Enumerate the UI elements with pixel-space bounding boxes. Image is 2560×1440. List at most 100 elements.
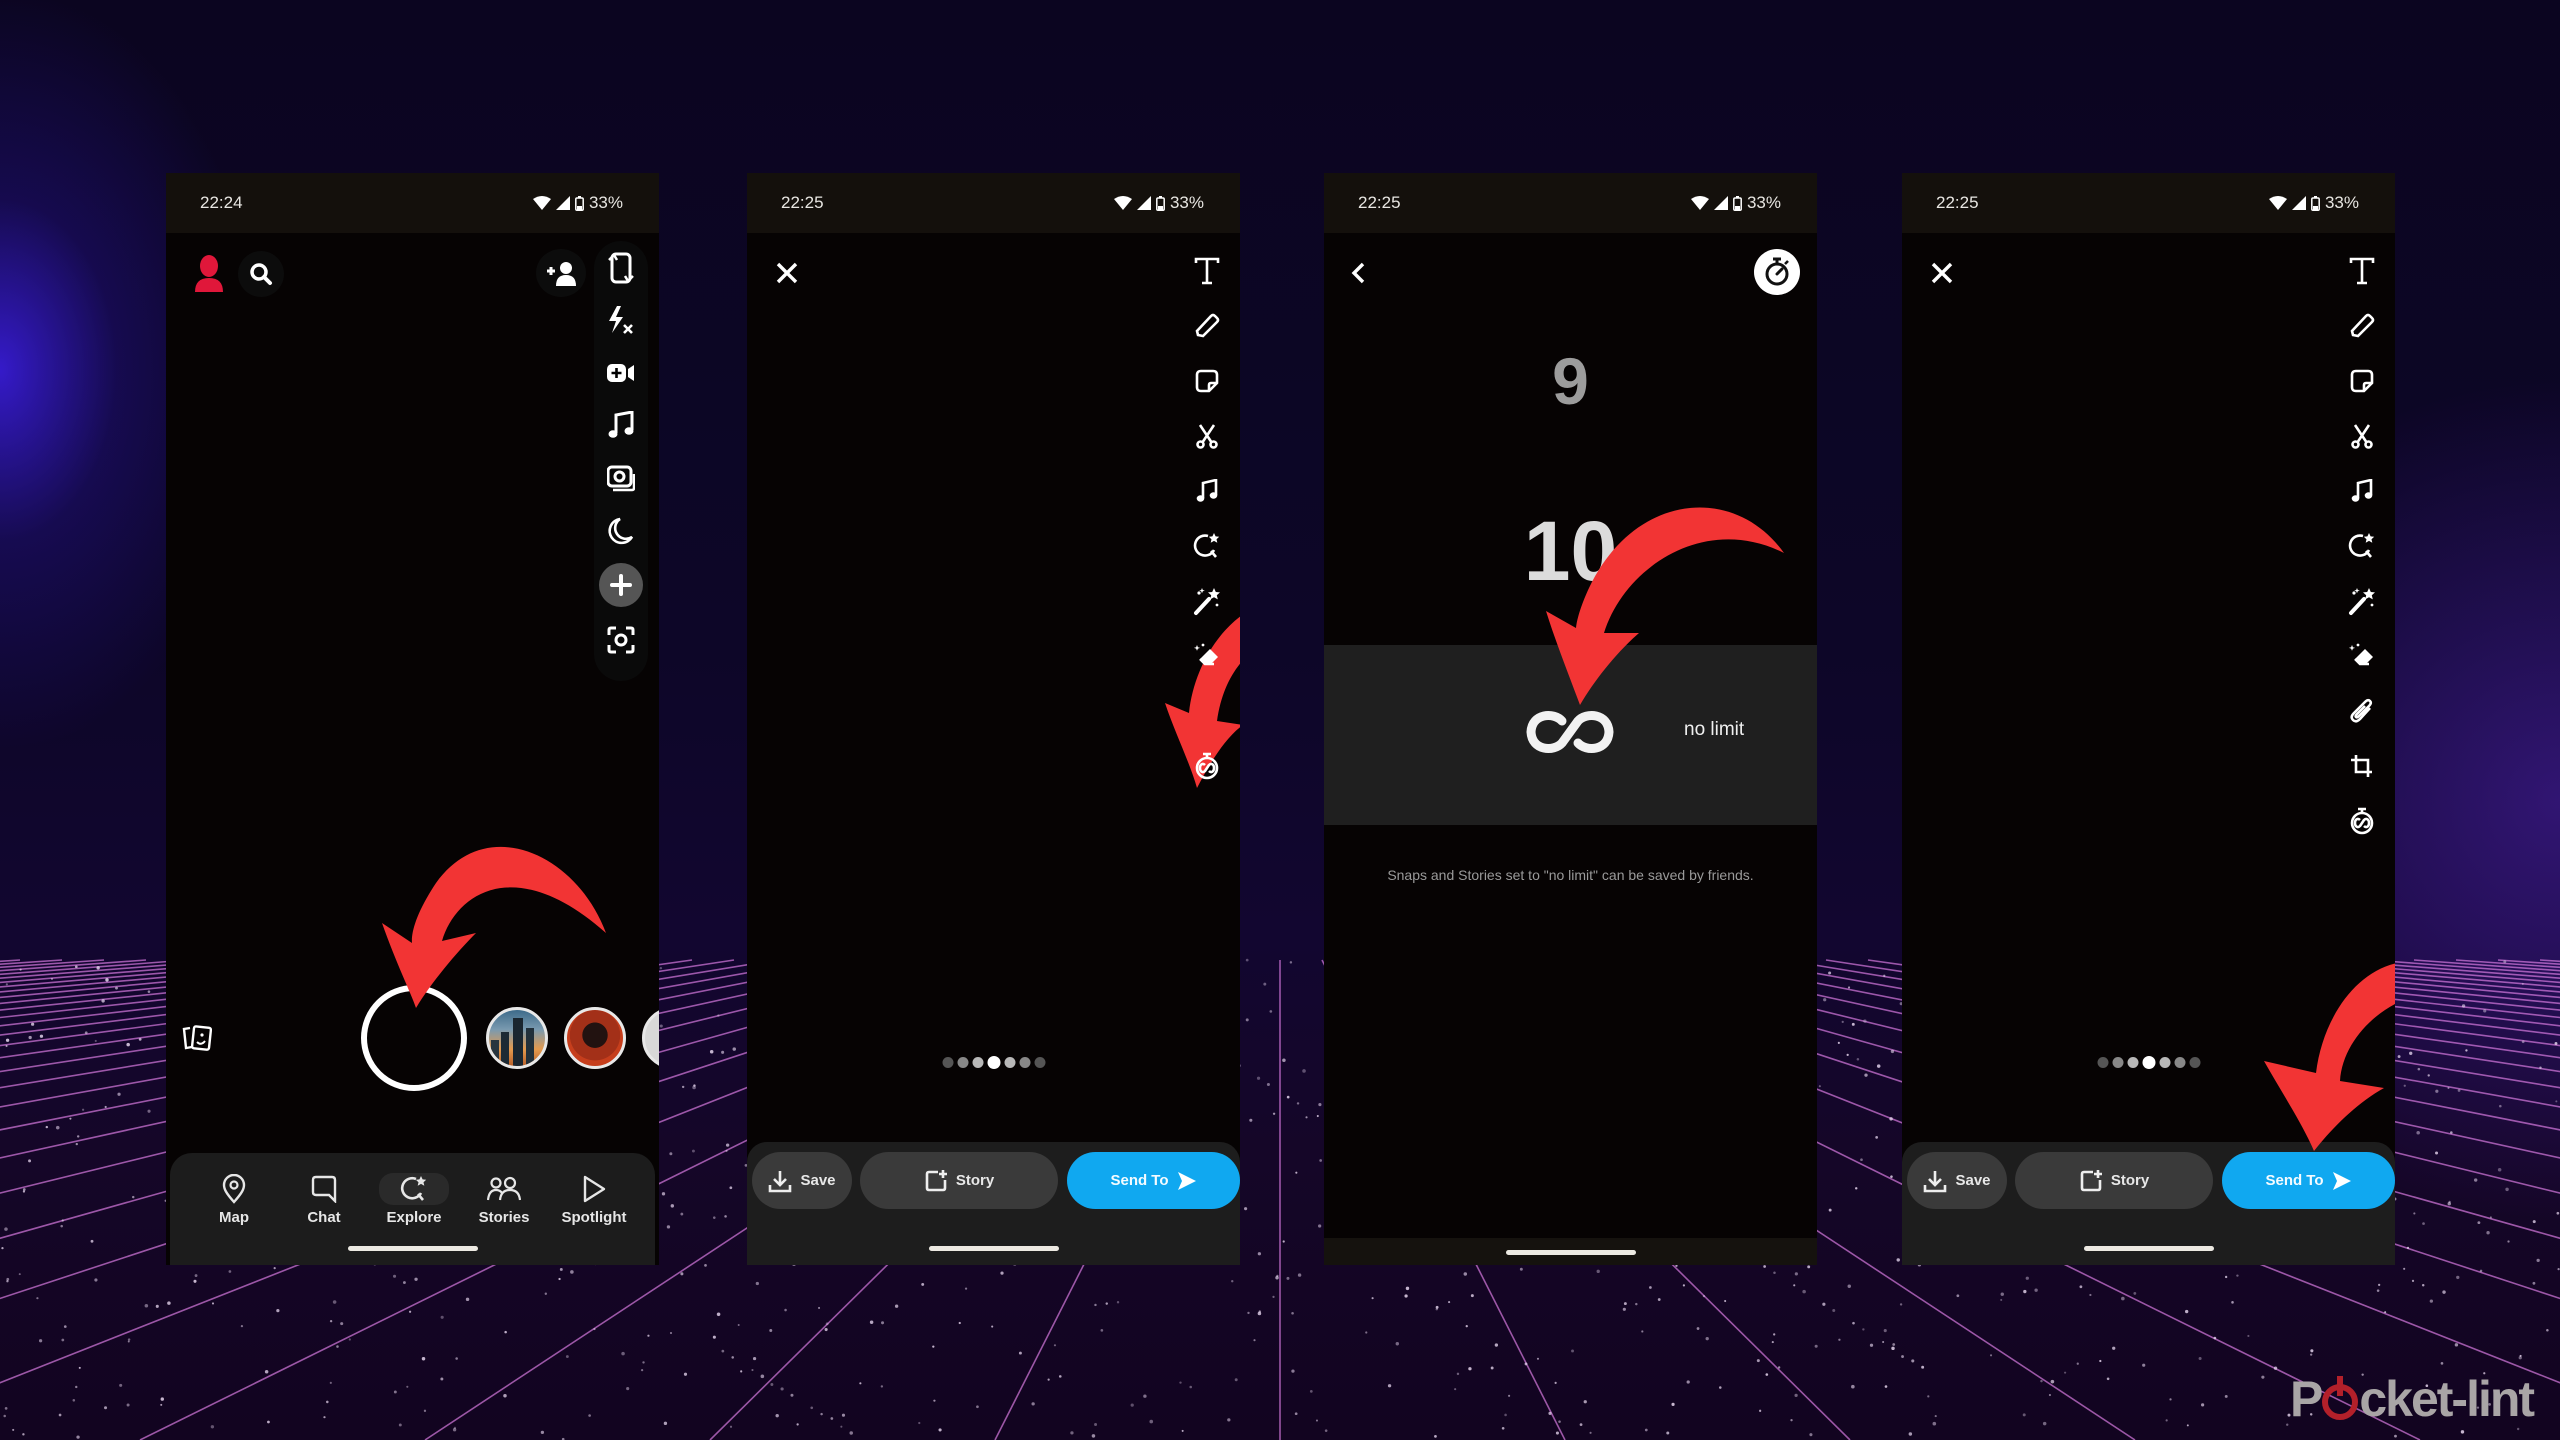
page-dot[interactable] — [2159, 1057, 2170, 1068]
scissors-tool-button[interactable] — [2342, 416, 2382, 456]
grid-speckle — [2460, 1430, 2465, 1434]
page-dot[interactable] — [1034, 1057, 1045, 1068]
paperclip-tool-button[interactable] — [2342, 691, 2382, 731]
grid-speckle — [1245, 1018, 1249, 1022]
add-friend-button[interactable] — [536, 249, 586, 297]
sticker-tool-button[interactable] — [2342, 361, 2382, 401]
search-button[interactable] — [238, 251, 284, 297]
status-bar: 22:25 33% — [1324, 173, 1817, 233]
story-button[interactable]: Story — [2015, 1152, 2213, 1209]
magic-wand-tool-button[interactable] — [1187, 581, 1227, 621]
nav-map[interactable]: Map — [194, 1173, 274, 1226]
grid-speckle — [683, 1372, 688, 1376]
back-button[interactable] — [1338, 251, 1378, 295]
timer-infinity-tool-button[interactable] — [1187, 746, 1227, 786]
grid-speckle — [440, 1377, 444, 1381]
grid-speckle — [1053, 1344, 1057, 1347]
grid-speckle — [63, 1325, 67, 1328]
add-story-icon — [925, 1169, 947, 1191]
crop-tool-button[interactable] — [2342, 746, 2382, 786]
power-logo-icon — [2322, 1376, 2359, 1420]
profile-avatar-icon — [195, 255, 223, 292]
nav-stories[interactable]: Stories — [464, 1173, 544, 1226]
grid-speckle — [820, 1412, 823, 1416]
close-button[interactable] — [765, 251, 809, 295]
magic-wand-tool-button[interactable] — [2342, 581, 2382, 621]
scissors-tool-button[interactable] — [1187, 416, 1227, 456]
page-dot[interactable] — [2112, 1057, 2123, 1068]
page-dot[interactable] — [957, 1057, 968, 1068]
page-dot-active[interactable] — [987, 1056, 1000, 1069]
grid-speckle — [2000, 1292, 2004, 1296]
save-button[interactable]: Save — [1907, 1152, 2007, 1209]
partial-story[interactable] — [642, 1007, 659, 1069]
page-dot[interactable] — [2174, 1057, 2185, 1068]
lens-explore-tool-button[interactable] — [1187, 526, 1227, 566]
timer-option-no-limit[interactable]: no limit — [1324, 645, 1817, 825]
more-tools-button[interactable] — [599, 563, 643, 607]
page-dot[interactable] — [1019, 1057, 1030, 1068]
grid-speckle — [76, 1435, 80, 1439]
timer-button[interactable] — [1754, 249, 1800, 295]
grid-speckle — [2112, 1346, 2116, 1350]
scan-button[interactable] — [601, 620, 641, 660]
text-tool-tool-button[interactable] — [2342, 251, 2382, 291]
action-bar: Save Story Send To — [747, 1142, 1240, 1265]
multi-snap-button[interactable] — [601, 458, 641, 498]
page-dot[interactable] — [1004, 1057, 1015, 1068]
save-button[interactable]: Save — [752, 1152, 852, 1209]
grid-speckle — [61, 1338, 65, 1342]
text-tool-tool-button[interactable] — [1187, 251, 1227, 291]
grid-speckle — [117, 1092, 121, 1096]
grid-speckle — [2483, 1009, 2487, 1013]
grid-speckle — [775, 1413, 779, 1418]
city-skyline-story[interactable] — [486, 1007, 548, 1069]
lens-explore-tool-button[interactable] — [2342, 526, 2382, 566]
memories-button[interactable] — [174, 1015, 220, 1061]
send-to-button[interactable]: Send To — [2222, 1152, 2395, 1209]
magic-eraser-tool-button[interactable] — [1187, 636, 1227, 676]
grid-speckle — [588, 1414, 591, 1417]
sticker-tool-button[interactable] — [1187, 361, 1227, 401]
flip-camera-button[interactable] — [601, 248, 641, 288]
page-dot[interactable] — [2127, 1057, 2138, 1068]
flash-toggle-button[interactable] — [601, 301, 641, 341]
nav-explore[interactable]: Explore — [374, 1173, 454, 1226]
send-to-button[interactable]: Send To — [1067, 1152, 1240, 1209]
page-dot[interactable] — [2097, 1057, 2108, 1068]
grid-speckle — [104, 1105, 107, 1109]
page-dot[interactable] — [942, 1057, 953, 1068]
music-note-tool-button[interactable] — [1187, 471, 1227, 511]
page-dot[interactable] — [2189, 1057, 2200, 1068]
story-button[interactable]: Story — [860, 1152, 1058, 1209]
hooded-figure-story[interactable] — [564, 1007, 626, 1069]
close-button[interactable] — [1920, 251, 1964, 295]
timer-option-10[interactable]: 10 — [1324, 503, 1817, 600]
page-dot[interactable] — [972, 1057, 983, 1068]
video-chat-button[interactable] — [601, 353, 641, 393]
grid-speckle — [1793, 1284, 1796, 1287]
red-annotation-arrow — [382, 846, 606, 1008]
night-mode-button[interactable] — [601, 511, 641, 551]
pencil-tool-button[interactable] — [2342, 306, 2382, 346]
grid-speckle — [2416, 1130, 2420, 1135]
grid-speckle — [94, 1039, 97, 1043]
nav-spotlight[interactable]: Spotlight — [554, 1173, 634, 1226]
pencil-icon — [1195, 313, 1220, 338]
music-note-tool-button[interactable] — [2342, 471, 2382, 511]
grid-speckle — [1822, 1302, 1826, 1306]
grid-speckle — [2121, 1296, 2125, 1301]
nav-chat[interactable]: Chat — [284, 1173, 364, 1226]
timer-infinity-tool-button[interactable] — [2342, 801, 2382, 841]
timer-option-9[interactable]: 9 — [1324, 343, 1817, 419]
music-button[interactable] — [601, 405, 641, 445]
page-dot-active[interactable] — [2142, 1056, 2155, 1069]
magic-eraser-tool-button[interactable] — [2342, 636, 2382, 676]
grid-speckle — [1641, 1330, 1644, 1333]
watermark-suffix: cket-lint — [2359, 1371, 2535, 1427]
profile-avatar-button[interactable] — [186, 251, 232, 297]
capture-button[interactable] — [361, 985, 467, 1091]
grid-speckle — [69, 1117, 72, 1120]
battery-percent: 33% — [588, 193, 623, 212]
pencil-tool-button[interactable] — [1187, 306, 1227, 346]
